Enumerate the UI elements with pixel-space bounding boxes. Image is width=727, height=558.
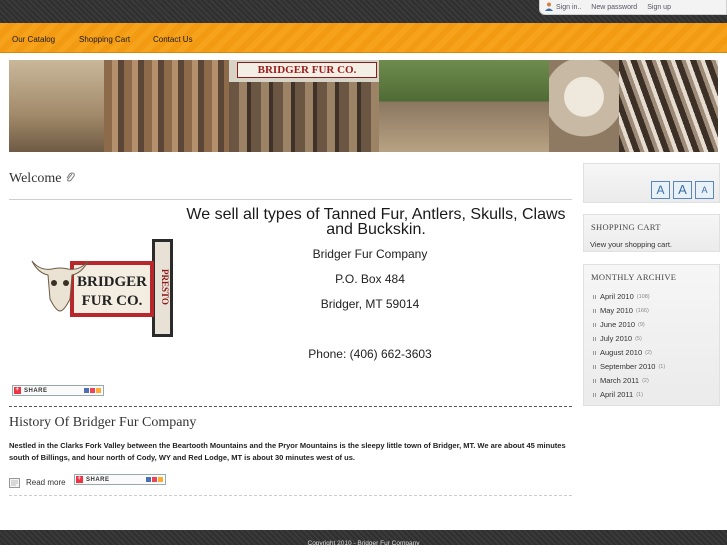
archive-item[interactable]: April 2011 (1)	[593, 390, 643, 399]
archive-item-label[interactable]: June 2010	[600, 320, 635, 329]
history-title[interactable]: History Of Bridger Fur Company	[9, 415, 196, 431]
archive-item-count: (108)	[636, 293, 650, 300]
share-service-icons	[146, 477, 165, 482]
title-divider	[9, 199, 572, 200]
share-service-icons	[84, 388, 103, 393]
new-password-link[interactable]: New password	[591, 4, 637, 11]
address-phone: Phone: (406) 662-3603	[308, 347, 432, 361]
share-button[interactable]: + SHARE	[12, 385, 104, 396]
logo-text-line1: BRIDGER	[77, 274, 147, 290]
banner-photo-yard	[379, 60, 549, 152]
share-plus-icon: +	[14, 387, 21, 394]
bullet-icon	[593, 308, 597, 313]
archive-item[interactable]: June 2010 (9)	[593, 320, 645, 329]
archive-item-count: (1)	[658, 363, 666, 370]
font-size-small-button[interactable]: A	[695, 181, 714, 199]
share-label: SHARE	[86, 476, 110, 483]
top-bar: Sign in.. New password Sign up	[0, 0, 727, 23]
archive-item-label[interactable]: September 2010	[600, 362, 655, 371]
archive-item-label[interactable]: March 2011	[600, 376, 639, 385]
section-divider	[9, 406, 572, 407]
bridger-fur-logo: PRESTO BRIDGER FUR CO.	[31, 239, 173, 337]
archive-item-label[interactable]: April 2010	[600, 292, 634, 301]
bullet-icon	[593, 378, 597, 383]
banner-photo-skulls	[549, 60, 619, 152]
logo-side-text: PRESTO	[160, 269, 170, 305]
nav-shopping-cart[interactable]: Shopping Cart	[79, 35, 130, 44]
history-body: Nestled in the Clarks Fork Valley betwee…	[9, 441, 566, 462]
footer-copyright: Copyright 2010 - Bridger Fur Company	[307, 540, 420, 547]
footer-divider	[9, 495, 572, 496]
font-size-large-button[interactable]: A	[651, 181, 670, 199]
header-banner: BRIDGER FUR CO.	[9, 60, 718, 152]
share-button-2[interactable]: + SHARE	[74, 474, 166, 485]
storefront-sign: BRIDGER FUR CO.	[237, 62, 377, 78]
storefront	[229, 82, 379, 152]
archive-item-label[interactable]: April 2011	[600, 390, 633, 399]
archive-item-count: (166)	[635, 307, 649, 314]
archive-item[interactable]: August 2010 (2)	[593, 348, 652, 357]
archive-item-count: (2)	[645, 349, 652, 356]
page-title: Welcome	[9, 171, 62, 186]
bullet-icon	[593, 322, 597, 327]
sign-in-link[interactable]: Sign in..	[556, 4, 581, 11]
logo-text-line2: FUR CO.	[82, 293, 143, 309]
user-icon	[545, 2, 553, 11]
footer: Copyright 2010 - Bridger Fur Company	[0, 530, 727, 547]
read-more-link[interactable]: Read more	[26, 478, 66, 487]
address-company: Bridger Fur Company	[312, 247, 428, 261]
user-menu: Sign in.. New password Sign up	[539, 0, 727, 15]
sign-up-link[interactable]: Sign up	[647, 4, 671, 11]
archive-item-label[interactable]: May 2010	[600, 306, 633, 315]
tagline: We sell all types of Tanned Fur, Antlers…	[186, 206, 566, 238]
view-cart-link[interactable]: View your shopping cart.	[590, 240, 672, 249]
archive-item[interactable]: July 2010 (5)	[593, 334, 642, 343]
archive-item-count: (9)	[638, 321, 645, 328]
address-city: Bridger, MT 59014	[320, 297, 420, 311]
archive-item[interactable]: April 2010 (108)	[593, 292, 650, 301]
monthly-archive-heading: MONTHLY ARCHIVE	[591, 272, 677, 282]
nav-our-catalog[interactable]: Our Catalog	[12, 35, 55, 44]
bullet-icon	[593, 364, 597, 369]
banner-photo-storefront: BRIDGER FUR CO.	[229, 60, 379, 152]
archive-item-count: (2)	[642, 377, 649, 384]
archive-item[interactable]: May 2010 (166)	[593, 306, 649, 315]
bullet-icon	[593, 294, 597, 299]
share-plus-icon: +	[76, 476, 83, 483]
main-nav: Our Catalog Shopping Cart Contact Us	[0, 23, 727, 53]
address-po-box: P.O. Box 484	[335, 272, 405, 286]
share-label: SHARE	[24, 387, 48, 394]
banner-photo-interior	[9, 60, 104, 152]
archive-item-count: (5)	[635, 335, 642, 342]
nav-contact-us[interactable]: Contact Us	[153, 35, 193, 44]
archive-item[interactable]: September 2010 (1)	[593, 362, 665, 371]
archive-item[interactable]: March 2011 (2)	[593, 376, 649, 385]
archive-item-count: (1)	[636, 391, 643, 398]
archive-item-label[interactable]: August 2010	[600, 348, 642, 357]
document-icon	[9, 478, 20, 488]
bullet-icon	[593, 350, 597, 355]
paperclip-icon[interactable]	[65, 172, 75, 183]
banner-photo-furs	[104, 60, 229, 152]
font-size-medium-button[interactable]: A	[673, 181, 692, 199]
banner-photo-hides	[619, 60, 718, 152]
bullet-icon	[593, 392, 597, 397]
shopping-cart-heading: SHOPPING CART	[591, 222, 661, 232]
bullet-icon	[593, 336, 597, 341]
archive-item-label[interactable]: July 2010	[600, 334, 632, 343]
